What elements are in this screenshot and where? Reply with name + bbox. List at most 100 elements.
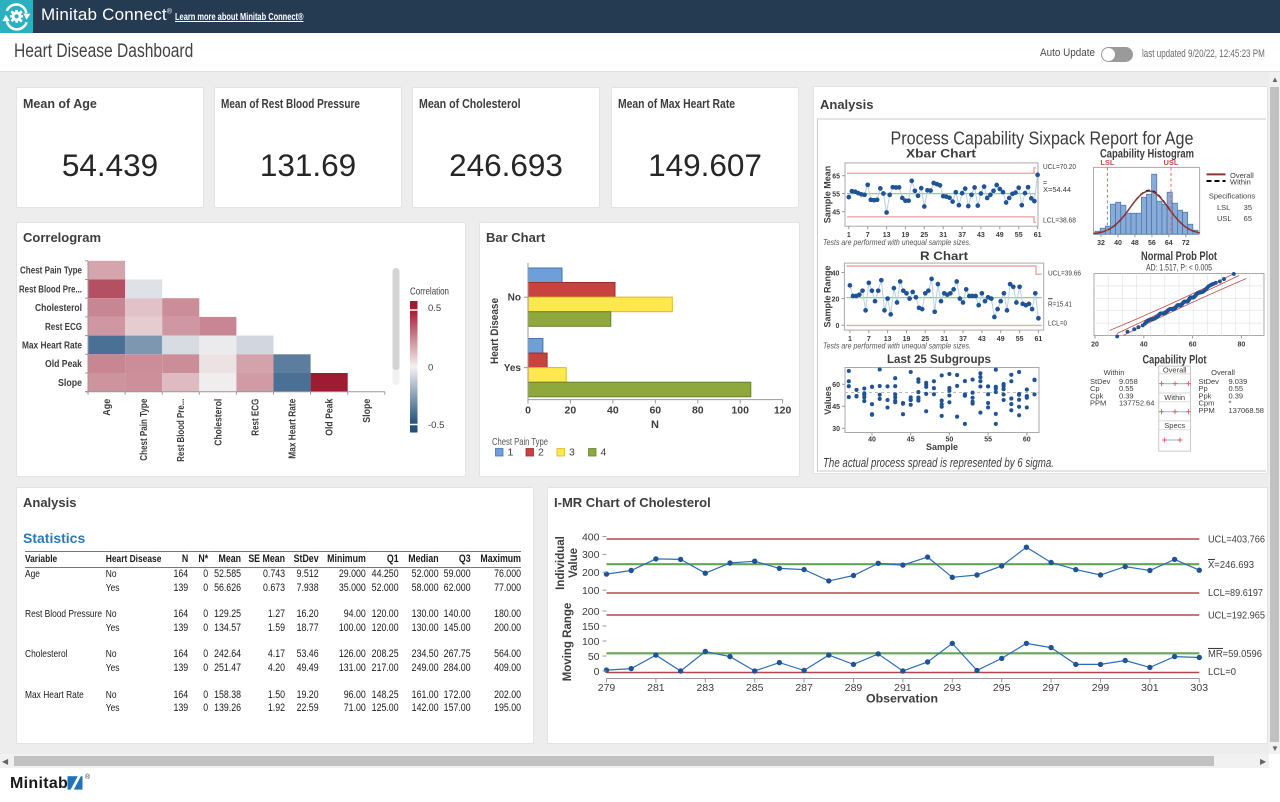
svg-text:LSL: LSL	[1217, 203, 1230, 212]
svg-text:283: 283	[697, 682, 715, 694]
svg-text:Within: Within	[1164, 393, 1185, 402]
svg-text:Chest Pain Type: Chest Pain Type	[139, 398, 150, 460]
svg-text:64: 64	[1165, 240, 1173, 247]
svg-text:Last 25 Subgroups: Last 25 Subgroups	[887, 354, 991, 366]
svg-text:72: 72	[1182, 240, 1190, 247]
svg-text:Specifications: Specifications	[1209, 191, 1256, 200]
svg-text:Old Peak: Old Peak	[325, 398, 336, 435]
svg-text:Observation: Observation	[866, 692, 938, 706]
svg-text:USL: USL	[1164, 158, 1179, 167]
svg-text:295: 295	[993, 682, 1011, 694]
svg-text:Max Heart Rate: Max Heart Rate	[22, 341, 82, 352]
svg-text:299: 299	[1092, 682, 1110, 694]
svg-text:55: 55	[1015, 232, 1023, 239]
svg-text:65: 65	[832, 173, 840, 180]
svg-text:60: 60	[649, 405, 661, 417]
svg-text:100: 100	[731, 405, 749, 417]
svg-text:UCL=403.766: UCL=403.766	[1208, 534, 1265, 546]
svg-text:45: 45	[832, 404, 840, 411]
svg-text:60: 60	[1023, 436, 1031, 443]
svg-text:Within: Within	[1230, 177, 1251, 186]
svg-text:MR=59.0596: MR=59.0596	[1208, 648, 1262, 660]
svg-text:35: 35	[1244, 203, 1252, 212]
svg-text:1: 1	[508, 447, 514, 459]
svg-text:Overall: Overall	[1211, 368, 1235, 377]
svg-text:Moving Range: Moving Range	[562, 603, 574, 682]
svg-text:Heart Disease: Heart Disease	[489, 298, 501, 364]
svg-text:4: 4	[601, 447, 607, 459]
svg-text:Normal Prob Plot: Normal Prob Plot	[1141, 251, 1217, 263]
svg-text:Process Capability Sixpack Rep: Process Capability Sixpack Report for Ag…	[891, 127, 1194, 148]
svg-text:43: 43	[978, 336, 986, 343]
svg-text:R Chart: R Chart	[920, 251, 968, 263]
svg-text:UCL=70.20: UCL=70.20	[1043, 162, 1076, 171]
svg-text:Xbar Chart: Xbar Chart	[906, 148, 976, 160]
svg-text:120: 120	[774, 405, 792, 417]
svg-text:Sample Range: Sample Range	[823, 265, 833, 327]
svg-text:0: 0	[428, 363, 433, 374]
svg-text:100: 100	[582, 585, 600, 597]
svg-text:UCL=39.66: UCL=39.66	[1048, 268, 1081, 277]
svg-text:40: 40	[1114, 240, 1122, 247]
svg-text:Old Peak: Old Peak	[45, 359, 82, 370]
svg-text:LSL: LSL	[1100, 158, 1115, 167]
svg-text:297: 297	[1042, 682, 1060, 694]
svg-text:Sample Mean: Sample Mean	[823, 165, 833, 223]
svg-text:20: 20	[565, 405, 577, 417]
svg-text:49: 49	[997, 336, 1005, 343]
svg-text:150: 150	[582, 621, 600, 633]
svg-text:279: 279	[598, 682, 616, 694]
svg-text:Correlation: Correlation	[410, 287, 449, 298]
svg-text:20: 20	[832, 296, 840, 303]
svg-text:301: 301	[1141, 682, 1159, 694]
svg-text:Slope: Slope	[58, 378, 82, 389]
svg-text:3: 3	[569, 447, 575, 459]
svg-text:LCL=0: LCL=0	[1048, 318, 1067, 327]
svg-text:56: 56	[1148, 240, 1156, 247]
svg-text:289: 289	[845, 682, 863, 694]
svg-text:UCL=192.965: UCL=192.965	[1208, 610, 1265, 622]
svg-text:LCL=38.68: LCL=38.68	[1043, 215, 1076, 224]
svg-text:49: 49	[996, 232, 1004, 239]
svg-text:303: 303	[1191, 682, 1209, 694]
svg-text:Age: Age	[102, 398, 113, 415]
svg-text:40: 40	[1140, 341, 1148, 348]
svg-text:200: 200	[582, 606, 600, 618]
svg-text:2: 2	[538, 447, 544, 459]
svg-text:65: 65	[1244, 214, 1252, 223]
svg-text:Max Heart Rate: Max Heart Rate	[288, 398, 299, 458]
svg-text:60: 60	[832, 382, 840, 389]
svg-text:LCL=89.6197: LCL=89.6197	[1208, 587, 1263, 599]
svg-text:Overall: Overall	[1163, 365, 1187, 374]
svg-text:61: 61	[1035, 336, 1043, 343]
svg-text:300: 300	[582, 549, 600, 561]
svg-text:137068.58: 137068.58	[1229, 406, 1264, 415]
svg-text:Values: Values	[823, 386, 833, 415]
svg-text:X=246.693: X=246.693	[1208, 559, 1254, 571]
svg-text:Rest Blood Pre...: Rest Blood Pre...	[19, 284, 82, 295]
svg-text:61: 61	[1034, 232, 1042, 239]
svg-text:287: 287	[795, 682, 813, 694]
svg-text:48: 48	[1131, 240, 1139, 247]
svg-text:293: 293	[944, 682, 962, 694]
svg-text:45: 45	[907, 436, 915, 443]
svg-text:137752.64: 137752.64	[1119, 398, 1154, 407]
svg-text:40: 40	[607, 405, 619, 417]
svg-text:Cholesterol: Cholesterol	[35, 303, 82, 314]
svg-text:50: 50	[588, 651, 600, 663]
svg-text:200: 200	[582, 567, 600, 579]
svg-text:0.5: 0.5	[428, 303, 441, 314]
svg-text:40: 40	[832, 270, 840, 277]
svg-text:AD: 1.517, P: < 0.005: AD: 1.517, P: < 0.005	[1146, 262, 1212, 272]
svg-text:285: 285	[746, 682, 764, 694]
svg-text:43: 43	[977, 232, 985, 239]
svg-text:PPM: PPM	[1090, 398, 1106, 407]
svg-text:Individual: Individual	[555, 536, 567, 590]
svg-text:32: 32	[1097, 240, 1105, 247]
svg-text:30: 30	[832, 426, 840, 433]
svg-text:LCL=0: LCL=0	[1208, 666, 1236, 678]
svg-text:55: 55	[1016, 336, 1024, 343]
svg-text:Chest Pain Type: Chest Pain Type	[20, 266, 82, 277]
svg-text:55: 55	[832, 191, 840, 198]
svg-text:40: 40	[868, 436, 876, 443]
